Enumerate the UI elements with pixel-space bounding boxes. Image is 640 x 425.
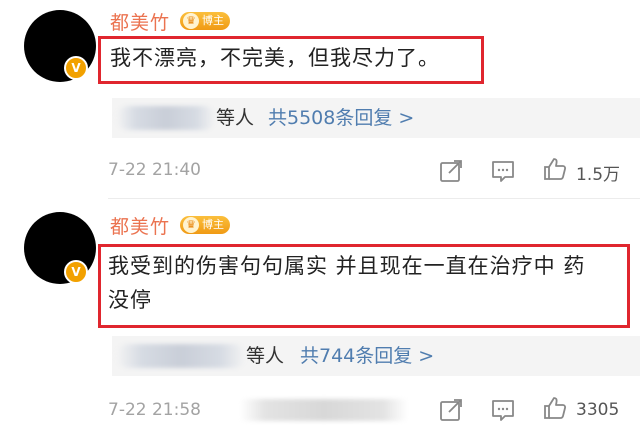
username[interactable]: 都美竹 xyxy=(110,8,170,35)
blurred-replier-names xyxy=(116,344,246,368)
comment-text-line-2: 没停 xyxy=(108,288,152,312)
verified-badge-icon: V xyxy=(64,56,88,80)
comment-icon[interactable] xyxy=(490,397,516,423)
share-icon[interactable] xyxy=(438,158,464,184)
divider xyxy=(108,198,640,199)
blurred-replier-names xyxy=(116,106,216,130)
like-count: 1.5万 xyxy=(576,165,621,185)
username[interactable]: 都美竹 xyxy=(110,212,170,239)
comment-text-line-1: 我受到的伤害句句属实 并且现在一直在治疗中 药 xyxy=(108,254,586,278)
like-count: 3305 xyxy=(576,400,620,420)
reply-preview[interactable]: 等人 共5508条回复 > xyxy=(112,98,640,138)
blogger-badge: ♛ 博主 xyxy=(180,12,230,30)
reply-count-link[interactable]: 共744条回复 > xyxy=(300,344,434,368)
share-icon[interactable] xyxy=(438,397,464,423)
weibo-comment-list: V 都美竹 ♛ 博主 我不漂亮，不完美，但我尽力了。 等人 共5508条回复 >… xyxy=(0,0,640,425)
verified-badge-icon: V xyxy=(64,260,88,284)
timestamp: 7-22 21:58 xyxy=(108,400,201,420)
reply-others-label: 等人 xyxy=(246,345,285,367)
like-icon[interactable] xyxy=(542,395,568,421)
timestamp: 7-22 21:40 xyxy=(108,160,201,180)
reply-count-link[interactable]: 共5508条回复 > xyxy=(268,106,414,130)
crown-icon: ♛ xyxy=(183,13,199,29)
blogger-badge-label: 博主 xyxy=(202,218,224,231)
blogger-badge: ♛ 博主 xyxy=(180,216,230,234)
reply-others-label: 等人 xyxy=(216,107,255,129)
comment-text: 我不漂亮，不完美，但我尽力了。 xyxy=(110,46,440,70)
crown-icon: ♛ xyxy=(183,217,199,233)
reply-preview[interactable]: 等人 共744条回复 > xyxy=(112,336,640,376)
blogger-badge-label: 博主 xyxy=(202,14,224,27)
comment-icon[interactable] xyxy=(490,158,516,184)
blurred-source-label xyxy=(240,399,408,421)
like-icon[interactable] xyxy=(542,156,568,182)
